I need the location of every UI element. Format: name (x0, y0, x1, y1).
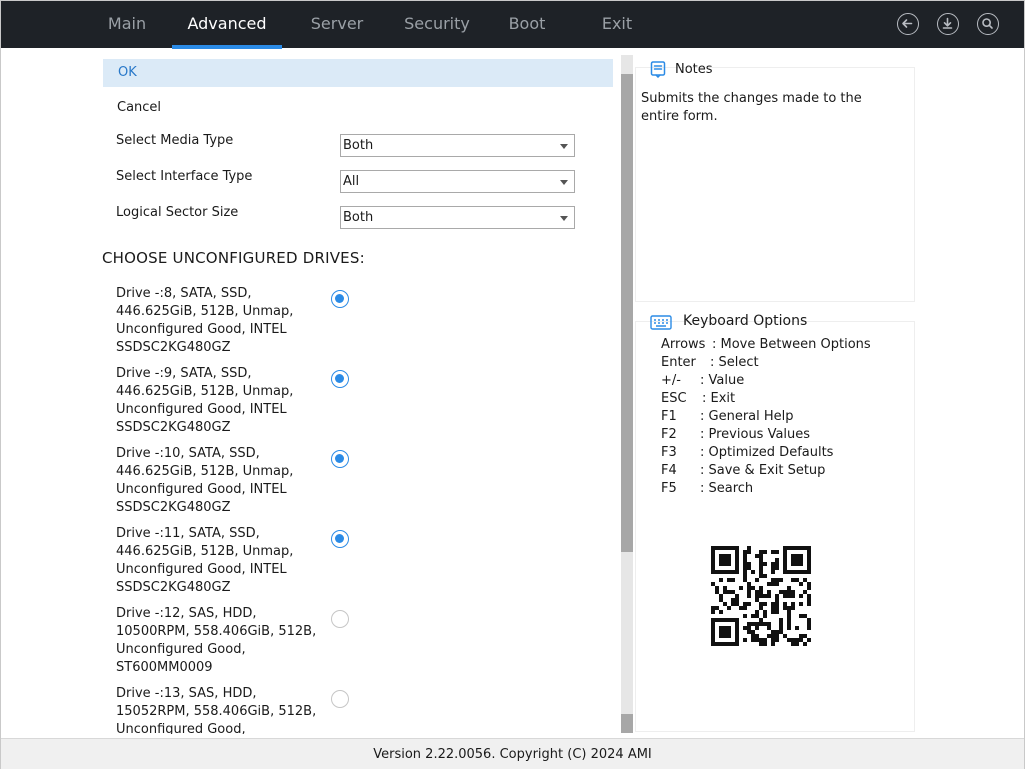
drive-item-11-radio[interactable] (331, 530, 349, 548)
status-footer: Version 2.22.0056. Copyright (C) 2024 AM… (1, 738, 1024, 769)
tab-server[interactable]: Server (292, 1, 382, 48)
drive-list: Drive -:8, SATA, SSD, 446.625GiB, 512B, … (0, 48, 620, 734)
drive-item-13-text: Drive -:13, SAS, HDD, 15052RPM, 558.406G… (116, 686, 317, 734)
key-row-esc: ESC : Exit (661, 391, 735, 406)
drive-item-9-text: Drive -:9, SATA, SSD, 446.625GiB, 512B, … (116, 366, 294, 435)
key-name: F5 (661, 481, 677, 496)
drive-item-10-radio[interactable] (331, 450, 349, 468)
drive-item-13-radio[interactable] (331, 690, 349, 708)
notes-icon (650, 61, 666, 79)
key-desc: : General Help (700, 409, 794, 424)
drive-item-9-radio[interactable] (331, 370, 349, 388)
key-desc: : Value (700, 373, 745, 388)
key-name: F4 (661, 463, 677, 478)
tab-advanced[interactable]: Advanced (172, 1, 282, 48)
tab-main[interactable]: Main (86, 1, 168, 48)
top-nav-bar: Main Advanced Server Security Boot Exit (1, 1, 1024, 49)
key-desc: : Select (710, 355, 759, 370)
drive-item-8-radio[interactable] (331, 290, 349, 308)
key-name: F1 (661, 409, 677, 424)
key-row-f5: F5 : Search (661, 481, 753, 496)
download-icon[interactable] (937, 13, 959, 35)
key-row-f1: F1 : General Help (661, 409, 794, 424)
qr-code (701, 536, 821, 656)
key-name: F2 (661, 427, 677, 442)
key-row-plus-minus: +/- : Value (661, 373, 744, 388)
back-icon[interactable] (897, 13, 919, 35)
key-name: Enter (661, 355, 696, 370)
key-desc: : Save & Exit Setup (700, 463, 826, 478)
key-name: Arrows (661, 337, 706, 352)
key-desc: : Optimized Defaults (700, 445, 834, 460)
key-desc: : Move Between Options (712, 337, 871, 352)
drive-item-11-text: Drive -:11, SATA, SSD, 446.625GiB, 512B,… (116, 526, 294, 595)
key-name: +/- (661, 373, 681, 388)
scrollbar-bottom-handle[interactable] (621, 714, 633, 733)
key-desc: : Search (700, 481, 754, 496)
tab-boot[interactable]: Boot (492, 1, 562, 48)
drive-item-8-text: Drive -:8, SATA, SSD, 446.625GiB, 512B, … (116, 286, 294, 355)
key-name: ESC (661, 391, 687, 406)
notes-title: Notes (675, 62, 713, 77)
drive-item-12-radio[interactable] (331, 610, 349, 628)
key-desc: : Previous Values (700, 427, 811, 442)
notes-text: Submits the changes made to the entire f… (641, 91, 862, 124)
keyboard-options-title: Keyboard Options (683, 313, 808, 329)
version-text: Version 2.22.0056. Copyright (C) 2024 AM… (373, 747, 652, 762)
key-desc: : Exit (702, 391, 736, 406)
search-icon[interactable] (977, 13, 999, 35)
drive-item-12-text: Drive -:12, SAS, HDD, 10500RPM, 558.406G… (116, 606, 317, 675)
scrollbar-thumb[interactable] (621, 74, 633, 552)
keyboard-icon (650, 313, 672, 331)
drive-item-10-text: Drive -:10, SATA, SSD, 446.625GiB, 512B,… (116, 446, 294, 515)
key-name: F3 (661, 445, 677, 460)
tab-exit[interactable]: Exit (582, 1, 652, 48)
key-row-arrows: Arrows : Move Between Options (661, 337, 871, 352)
key-row-f2: F2 : Previous Values (661, 427, 810, 442)
key-row-f4: F4 : Save & Exit Setup (661, 463, 825, 478)
tab-security[interactable]: Security (392, 1, 482, 48)
key-row-f3: F3 : Optimized Defaults (661, 445, 833, 460)
key-row-enter: Enter : Select (661, 355, 759, 370)
